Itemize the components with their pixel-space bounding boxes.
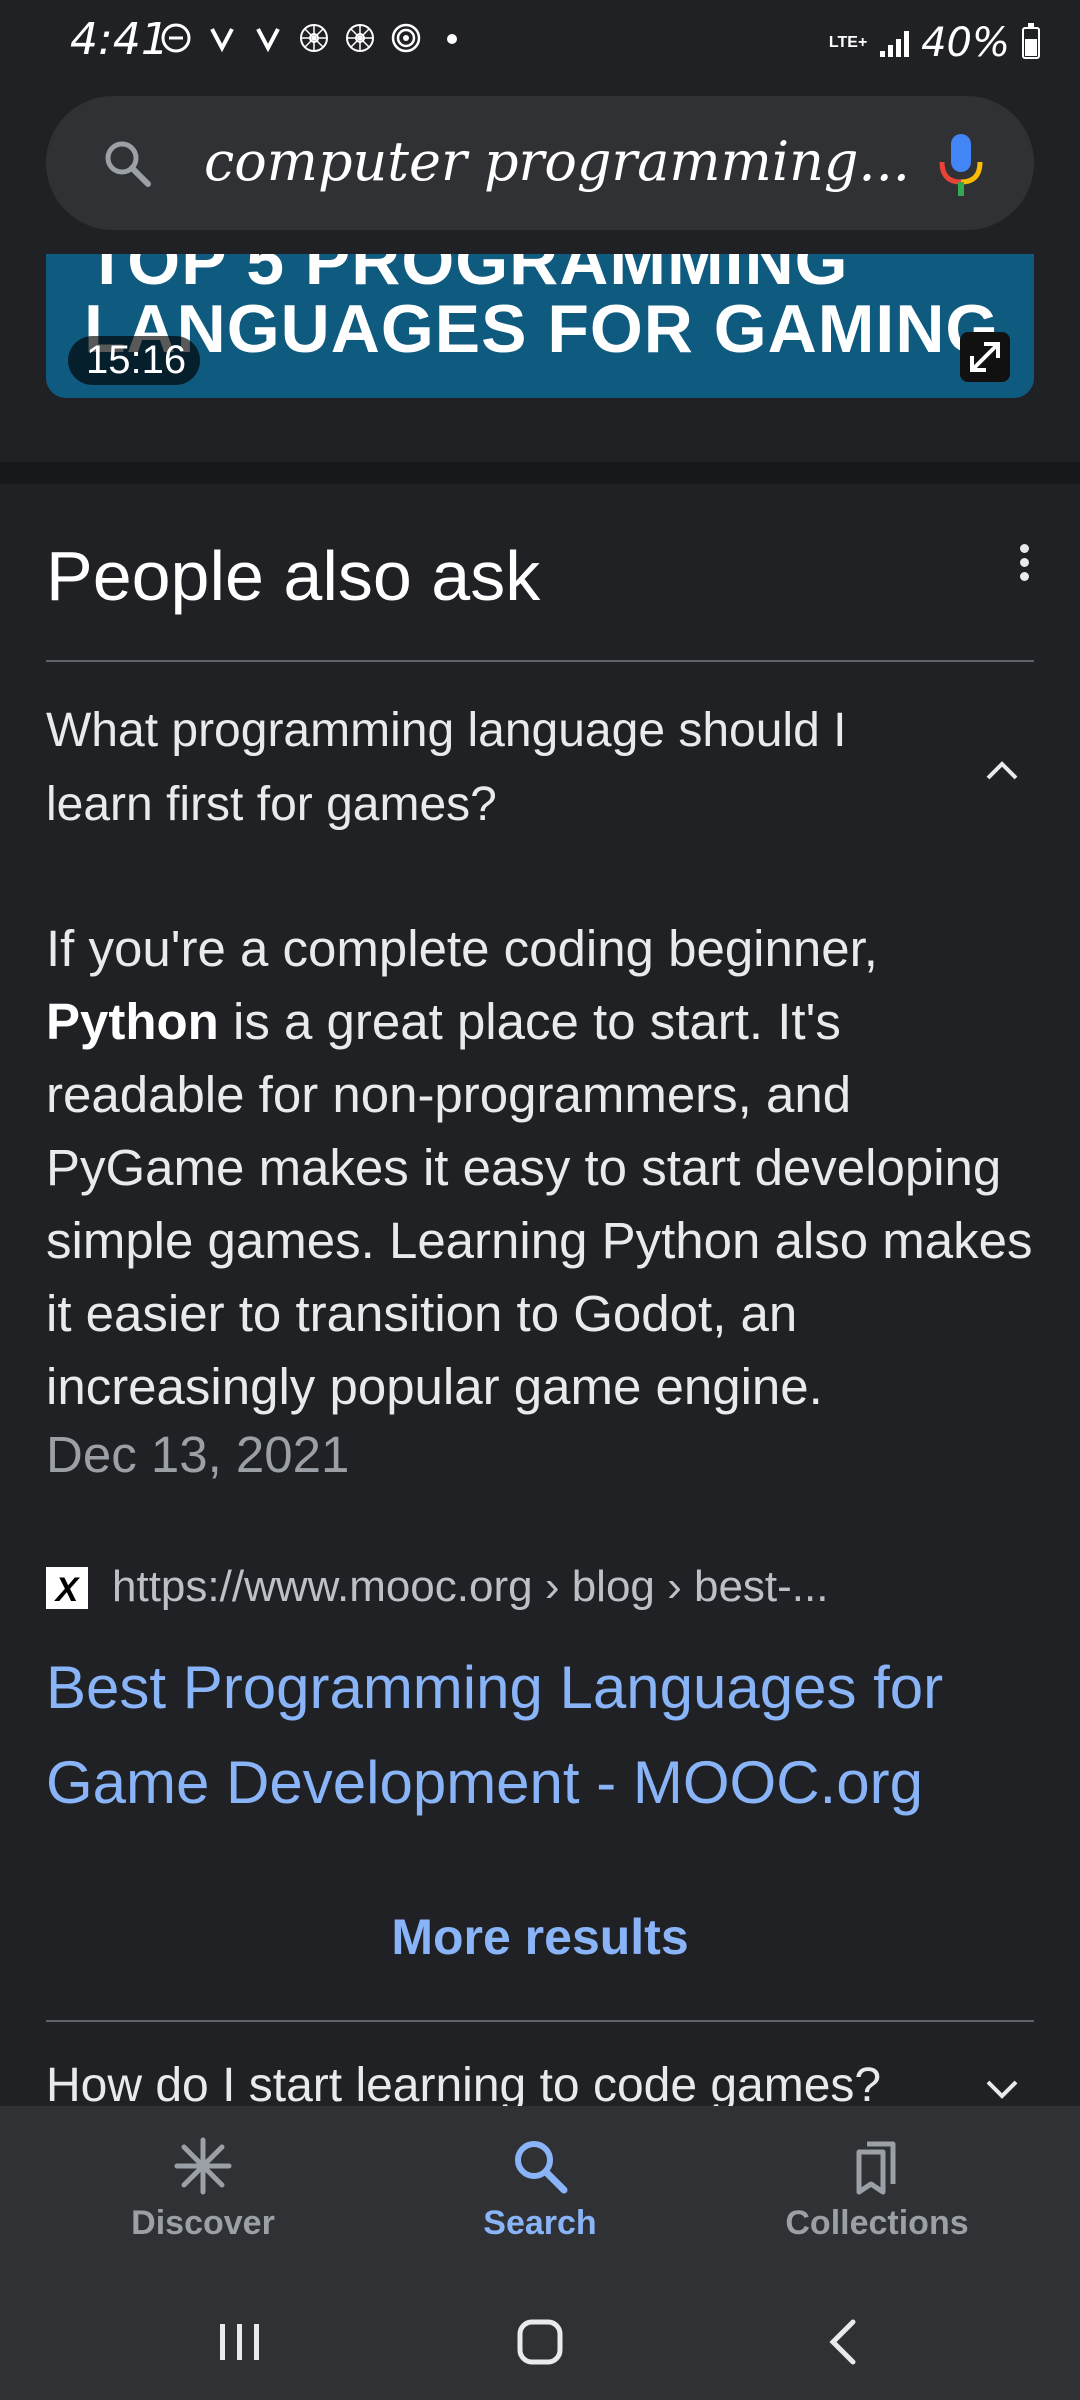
nav-search[interactable]: Search (390, 2134, 690, 2243)
divider (46, 660, 1034, 662)
status-right: LTE+ 40% (828, 20, 1040, 66)
source-favicon: X (46, 1567, 88, 1609)
section-divider (0, 462, 1080, 484)
recent-apps-icon[interactable] (210, 2312, 270, 2372)
flower-icon (298, 22, 330, 54)
search-icon (515, 2141, 568, 2194)
video-duration: 15:16 (68, 336, 201, 385)
expand-button[interactable] (960, 332, 1010, 382)
search-query[interactable]: computer programming... (204, 130, 910, 193)
search-icon (105, 141, 151, 187)
answer-lead: If you're a complete coding beginner, (46, 920, 878, 977)
question-expanded[interactable]: What programming language should I learn… (46, 694, 926, 842)
dot-icon (436, 22, 468, 54)
video-title-line2: LANGUAGES FOR GAMING (84, 291, 1000, 367)
answer-text: If you're a complete coding beginner, Py… (46, 912, 1036, 1423)
dnd-icon (160, 22, 192, 54)
search-bar[interactable]: computer programming... (46, 96, 1034, 230)
notification-icons (160, 22, 468, 54)
spiral-icon (390, 22, 422, 54)
nav-search-label: Search (483, 2204, 597, 2242)
status-bar: 4:41 LTE+ 40% (0, 0, 1080, 90)
chevron-down-icon[interactable] (982, 2070, 1022, 2110)
more-options-icon[interactable] (1020, 544, 1032, 581)
answer-bold: Python (46, 993, 219, 1050)
chevron-up-icon[interactable] (982, 750, 1022, 790)
more-results-button[interactable]: More results (0, 1908, 1080, 1966)
video-thumbnail[interactable]: TOP 5 PROGRAMMING LANGUAGES FOR GAMING 1… (46, 254, 1034, 398)
asterisk-icon (174, 2137, 232, 2195)
nav-discover[interactable]: Discover (53, 2134, 353, 2243)
result-title-link[interactable]: Best Programming Languages for Game Deve… (46, 1640, 1036, 1830)
answer-date: Dec 13, 2021 (46, 1426, 350, 1483)
notif-u-icon (252, 22, 284, 54)
signal-icon (880, 29, 910, 57)
collections-icon (856, 2141, 896, 2195)
people-also-ask-heading: People also ask (46, 537, 541, 615)
battery-percent: 40% (921, 20, 1010, 66)
back-icon[interactable] (815, 2312, 875, 2372)
network-type: LTE+ (828, 34, 868, 51)
system-nav-bar (0, 2278, 1080, 2400)
status-time: 4:41 (70, 14, 169, 65)
home-icon[interactable] (510, 2312, 570, 2372)
question-collapsed[interactable]: How do I start learning to code games? (46, 2058, 881, 2106)
expand-icon (970, 342, 1000, 372)
nav-collections[interactable]: Collections (727, 2134, 1027, 2243)
mic-icon[interactable] (936, 132, 986, 198)
bottom-nav: Discover Search Collections (0, 2106, 1080, 2278)
divider (46, 2020, 1034, 2022)
nav-collections-label: Collections (785, 2204, 969, 2242)
battery-icon (1022, 23, 1040, 59)
notif-u-icon (206, 22, 238, 54)
source-url[interactable]: https://www.mooc.org › blog › best-... (112, 1562, 828, 1612)
flower-icon (344, 22, 376, 54)
answer-rest: is a great place to start. It's readable… (46, 993, 1033, 1415)
nav-discover-label: Discover (131, 2204, 275, 2242)
